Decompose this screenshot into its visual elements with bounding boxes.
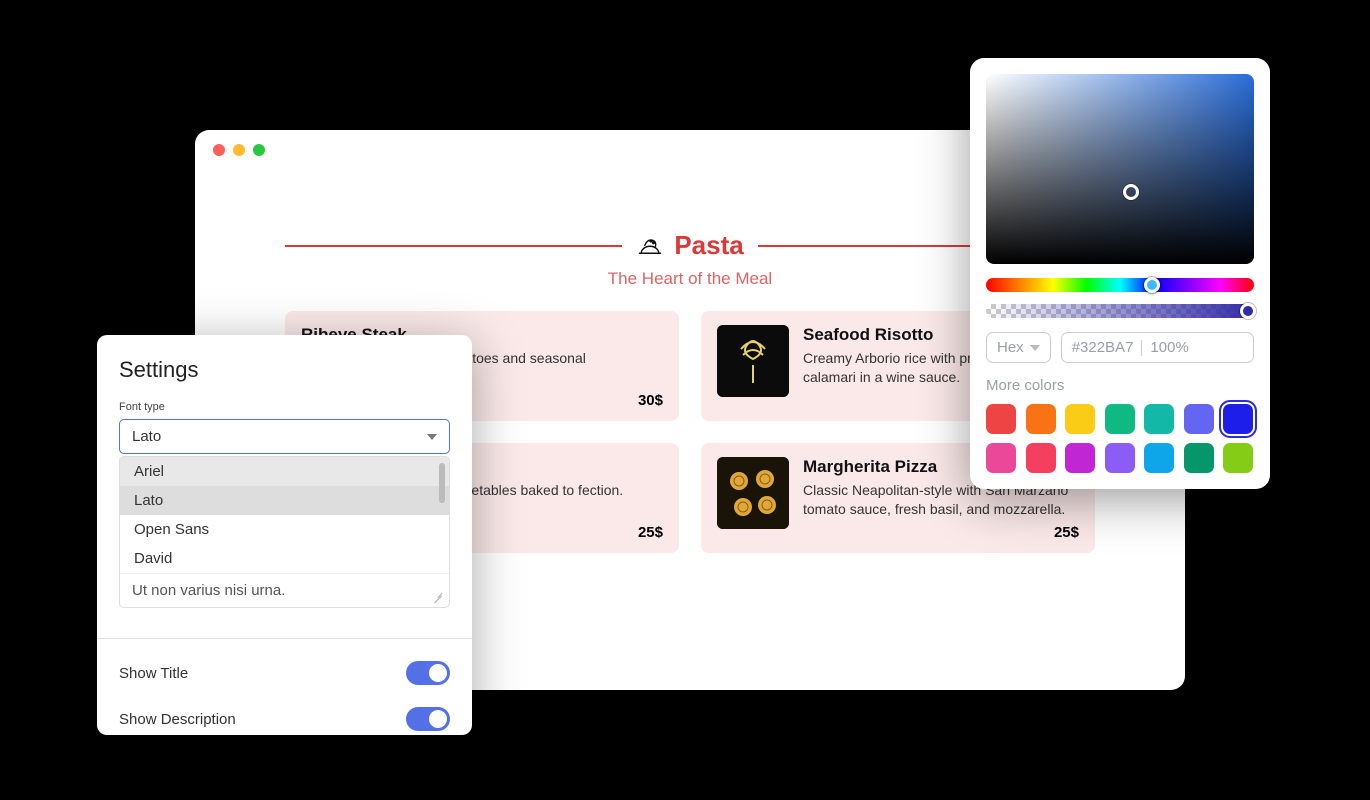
- color-swatches: [986, 404, 1254, 473]
- textarea-value: Ut non varius nisi urna.: [132, 582, 285, 599]
- alpha-overlay: [986, 304, 1254, 318]
- separator: [1141, 340, 1142, 356]
- color-swatch[interactable]: [1026, 404, 1056, 434]
- color-format-select[interactable]: Hex: [986, 332, 1051, 363]
- color-swatch[interactable]: [1184, 443, 1214, 473]
- hue-thumb[interactable]: [1144, 277, 1160, 293]
- divider-left: [285, 245, 622, 247]
- show-description-toggle[interactable]: [406, 707, 450, 731]
- font-type-select[interactable]: Lato: [119, 419, 450, 454]
- color-swatch[interactable]: [986, 443, 1016, 473]
- font-option[interactable]: Open Sans: [120, 515, 449, 544]
- font-type-dropdown: Ariel Lato Open Sans David Ut non varius…: [119, 456, 450, 608]
- color-swatch[interactable]: [1105, 443, 1135, 473]
- color-swatch[interactable]: [1026, 443, 1056, 473]
- color-swatch[interactable]: [1223, 404, 1253, 434]
- font-type-label: Font type: [119, 401, 450, 413]
- hue-slider[interactable]: [986, 278, 1254, 292]
- saturation-brightness-area[interactable]: [986, 74, 1254, 264]
- section-title-text: Pasta: [674, 230, 743, 261]
- section-title: Pasta: [636, 230, 743, 261]
- hex-value: #322BA7: [1072, 339, 1134, 356]
- color-swatch[interactable]: [1184, 404, 1214, 434]
- window-close-icon[interactable]: [213, 144, 225, 156]
- color-swatch[interactable]: [1223, 443, 1253, 473]
- hex-input[interactable]: #322BA7 100%: [1061, 332, 1254, 363]
- color-format-value: Hex: [997, 339, 1024, 356]
- color-picker-panel: Hex #322BA7 100% More colors: [970, 58, 1270, 489]
- color-swatch[interactable]: [1144, 443, 1174, 473]
- window-zoom-icon[interactable]: [253, 144, 265, 156]
- opacity-value: 100%: [1150, 339, 1188, 356]
- color-input-row: Hex #322BA7 100%: [986, 332, 1254, 363]
- card-price: 25$: [1054, 524, 1079, 541]
- resize-handle-icon[interactable]: [431, 591, 443, 603]
- card-thumb: [717, 325, 789, 397]
- pasta-icon: [636, 234, 664, 258]
- show-description-label: Show Description: [119, 711, 236, 728]
- sample-textarea[interactable]: Ut non varius nisi urna.: [120, 573, 449, 607]
- settings-panel: Settings Font type Lato Ariel Lato Open …: [97, 335, 472, 735]
- font-type-value: Lato: [132, 428, 161, 445]
- color-swatch[interactable]: [1105, 404, 1135, 434]
- alpha-slider[interactable]: [986, 304, 1254, 318]
- font-option[interactable]: Ariel: [120, 457, 449, 486]
- settings-title: Settings: [119, 357, 450, 383]
- color-swatch[interactable]: [1144, 404, 1174, 434]
- color-swatch[interactable]: [1065, 443, 1095, 473]
- show-description-row: Show Description: [119, 685, 450, 731]
- more-colors-label: More colors: [986, 377, 1254, 394]
- card-thumb: [717, 457, 789, 529]
- color-cursor[interactable]: [1123, 184, 1139, 200]
- card-price: 25$: [638, 524, 663, 541]
- scrollbar[interactable]: [439, 463, 445, 503]
- card-price: 30$: [638, 392, 663, 409]
- font-option[interactable]: David: [120, 544, 449, 573]
- alpha-thumb[interactable]: [1240, 303, 1256, 319]
- show-title-label: Show Title: [119, 665, 188, 682]
- color-swatch[interactable]: [1065, 404, 1095, 434]
- font-option[interactable]: Lato: [120, 486, 449, 515]
- chevron-down-icon: [427, 434, 437, 440]
- color-swatch[interactable]: [986, 404, 1016, 434]
- show-title-row: Show Title: [119, 639, 450, 685]
- window-minimize-icon[interactable]: [233, 144, 245, 156]
- show-title-toggle[interactable]: [406, 661, 450, 685]
- chevron-down-icon: [1030, 345, 1040, 351]
